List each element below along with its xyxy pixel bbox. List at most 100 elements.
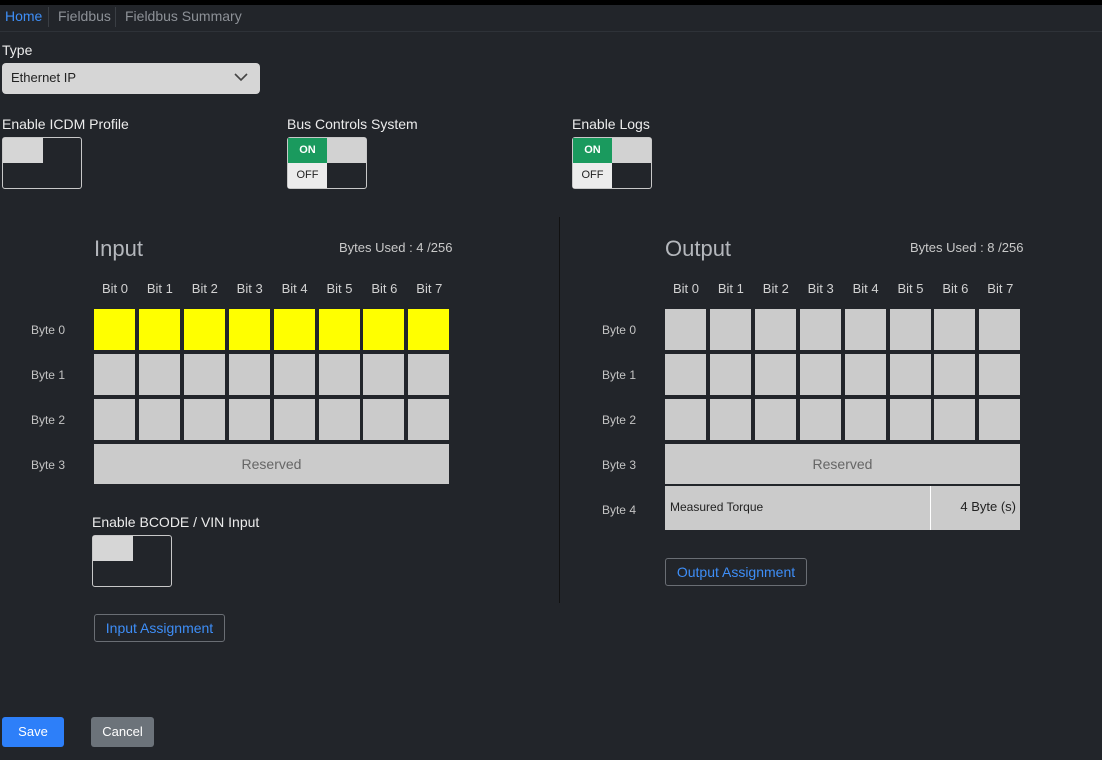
bit-column-label: Bit 2 xyxy=(191,281,218,296)
enable-logs-toggle[interactable]: ON OFF xyxy=(572,137,652,189)
bit-cell[interactable] xyxy=(709,399,751,440)
bit-cell[interactable] xyxy=(665,309,706,350)
bit-cell[interactable] xyxy=(318,309,360,350)
save-button[interactable]: Save xyxy=(2,717,64,747)
bit-cell[interactable] xyxy=(889,399,931,440)
bit-column-label: Bit 4 xyxy=(852,281,879,296)
bit-column-label: Bit 4 xyxy=(281,281,308,296)
bit-cell[interactable] xyxy=(138,354,180,395)
bit-cell[interactable] xyxy=(665,399,706,440)
bus-controls-toggle[interactable]: ON OFF xyxy=(287,137,367,189)
torque-separator xyxy=(930,486,931,530)
section-divider xyxy=(559,217,560,603)
toggle-on-label: ON xyxy=(573,138,612,163)
bit-cell[interactable] xyxy=(844,309,886,350)
bit-cell[interactable] xyxy=(273,399,315,440)
bit-cell[interactable] xyxy=(94,354,135,395)
bit-cell[interactable] xyxy=(228,309,270,350)
bit-cell[interactable] xyxy=(183,399,225,440)
bit-cell[interactable] xyxy=(408,354,450,395)
bcode-vin-label: Enable BCODE / VIN Input xyxy=(92,514,260,530)
bit-cell[interactable] xyxy=(979,309,1021,350)
bit-column-label: Bit 7 xyxy=(987,281,1014,296)
bit-column-label: Bit 2 xyxy=(762,281,789,296)
type-select[interactable]: Ethernet IP xyxy=(2,63,260,94)
bit-cell[interactable] xyxy=(934,309,976,350)
bit-cell[interactable] xyxy=(408,399,450,440)
bit-cell[interactable] xyxy=(799,309,841,350)
type-select-value: Ethernet IP xyxy=(11,70,77,85)
toggle-thumb xyxy=(93,536,133,561)
bit-cell[interactable] xyxy=(273,354,315,395)
bit-cell[interactable] xyxy=(273,309,315,350)
bit-cell[interactable] xyxy=(979,354,1021,395)
input-bytes-used: Bytes Used : 4 /256 xyxy=(339,240,453,255)
bcode-vin-toggle[interactable] xyxy=(92,535,172,587)
bit-cell[interactable] xyxy=(363,354,405,395)
byte-row-label: Byte 2 xyxy=(30,413,65,427)
input-reserved-row: Reserved xyxy=(94,444,449,484)
bit-cell[interactable] xyxy=(934,354,976,395)
bit-cell[interactable] xyxy=(183,309,225,350)
icdm-profile-label: Enable ICDM Profile xyxy=(2,116,129,132)
breadcrumb-fieldbus-summary[interactable]: Fieldbus Summary xyxy=(125,8,242,24)
byte-row-label: Byte 2 xyxy=(601,413,636,427)
breadcrumb-fieldbus[interactable]: Fieldbus xyxy=(58,8,111,24)
byte-row-label: Byte 1 xyxy=(601,368,636,382)
byte-row-label: Byte 1 xyxy=(30,368,65,382)
bit-cell[interactable] xyxy=(138,399,180,440)
bit-column-label: Bit 6 xyxy=(942,281,969,296)
bit-column-label: Bit 0 xyxy=(672,281,699,296)
bit-cell[interactable] xyxy=(228,354,270,395)
output-bytes-used: Bytes Used : 8 /256 xyxy=(910,240,1024,255)
bit-column-label: Bit 1 xyxy=(146,281,173,296)
measured-torque-size: 4 Byte (s) xyxy=(960,499,1016,514)
type-label: Type xyxy=(2,42,33,58)
bit-cell[interactable] xyxy=(934,399,976,440)
enable-logs-label: Enable Logs xyxy=(572,116,650,132)
byte-row-label: Byte 4 xyxy=(601,503,636,517)
bit-column-label: Bit 3 xyxy=(236,281,263,296)
bit-cell[interactable] xyxy=(799,399,841,440)
bit-cell[interactable] xyxy=(318,399,360,440)
bit-cell[interactable] xyxy=(799,354,841,395)
bit-cell[interactable] xyxy=(138,309,180,350)
bit-cell[interactable] xyxy=(754,309,796,350)
bit-cell[interactable] xyxy=(318,354,360,395)
bit-cell[interactable] xyxy=(408,309,450,350)
byte-row-label: Byte 3 xyxy=(601,458,636,472)
output-assignment-button[interactable]: Output Assignment xyxy=(665,558,807,586)
bit-cell[interactable] xyxy=(844,354,886,395)
toggle-on-label: ON xyxy=(288,138,327,163)
bit-cell[interactable] xyxy=(754,354,796,395)
bit-cell[interactable] xyxy=(754,399,796,440)
bit-cell[interactable] xyxy=(709,354,751,395)
bit-column-label: Bit 1 xyxy=(717,281,744,296)
bit-cell[interactable] xyxy=(363,309,405,350)
bit-cell[interactable] xyxy=(889,354,931,395)
bit-cell[interactable] xyxy=(844,399,886,440)
byte-row-label: Byte 3 xyxy=(30,458,65,472)
bit-cell[interactable] xyxy=(363,399,405,440)
measured-torque-row[interactable]: Measured Torque 4 Byte (s) xyxy=(665,486,1020,530)
output-title: Output xyxy=(665,236,732,261)
bit-cell[interactable] xyxy=(665,354,706,395)
cancel-button[interactable]: Cancel xyxy=(91,717,154,747)
bus-controls-label: Bus Controls System xyxy=(287,116,418,132)
bit-cell[interactable] xyxy=(94,399,135,440)
bit-cell[interactable] xyxy=(979,399,1021,440)
bit-cell[interactable] xyxy=(94,309,135,350)
bit-cell[interactable] xyxy=(889,309,931,350)
bit-column-label: Bit 5 xyxy=(897,281,924,296)
input-assignment-button[interactable]: Input Assignment xyxy=(94,614,225,642)
icdm-profile-toggle[interactable] xyxy=(2,137,82,189)
bit-cell[interactable] xyxy=(183,354,225,395)
bit-cell[interactable] xyxy=(709,309,751,350)
toggle-off-label: OFF xyxy=(288,163,327,188)
toggle-track xyxy=(327,138,366,163)
bit-cell[interactable] xyxy=(228,399,270,440)
bit-column-label: Bit 0 xyxy=(101,281,128,296)
bit-column-label: Bit 6 xyxy=(371,281,398,296)
breadcrumb-home[interactable]: Home xyxy=(5,8,42,24)
bit-column-label: Bit 7 xyxy=(416,281,443,296)
